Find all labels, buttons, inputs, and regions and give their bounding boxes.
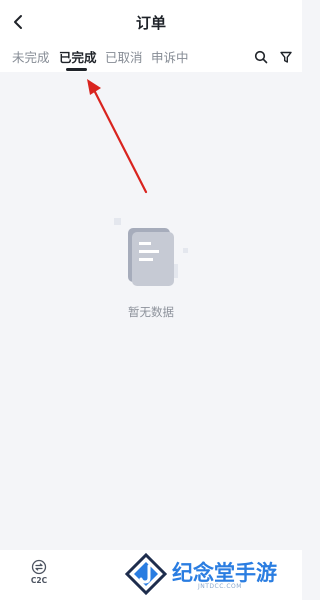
c2c-nav-item[interactable]: C2C xyxy=(24,559,54,585)
watermark: 纪念堂手游 JNTDCC.COM xyxy=(122,552,302,596)
watermark-logo xyxy=(124,552,168,596)
watermark-url: JNTDCC.COM xyxy=(198,583,242,590)
c2c-label: C2C xyxy=(30,576,48,585)
exchange-icon xyxy=(31,559,47,575)
annotation-arrow xyxy=(87,79,148,194)
